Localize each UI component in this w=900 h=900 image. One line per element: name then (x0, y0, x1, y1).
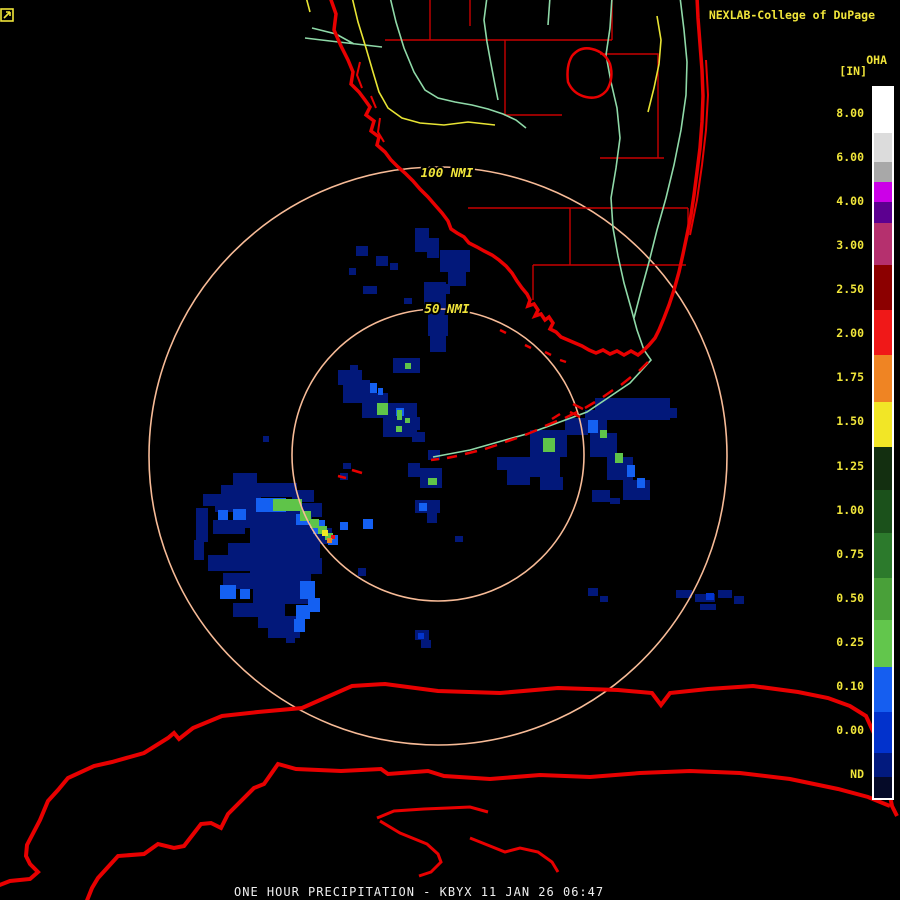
range-ring-label-50nmi: 50 NMI (424, 301, 470, 316)
scale-segment (874, 223, 892, 265)
scale-segment (874, 265, 892, 310)
page-title: NEXLAB-College of DuPage (708, 8, 875, 22)
scale-segment (874, 402, 892, 447)
scale-label: 3.00 (836, 238, 864, 252)
scale-label: 2.50 (836, 282, 864, 296)
scale-segment (874, 355, 892, 402)
scale-segment (874, 667, 892, 712)
scale-segment (874, 162, 892, 182)
scale-segment (874, 620, 892, 667)
range-ring-label-100nmi: 100 NMI (421, 165, 474, 180)
scale-segment (874, 490, 892, 533)
scale-segment (874, 310, 892, 355)
county-lines (385, 0, 689, 300)
scale-label: ND (850, 767, 864, 781)
scale-label: 8.00 (836, 106, 864, 120)
scale-label: 1.50 (836, 414, 864, 428)
scale-label: 1.00 (836, 503, 864, 517)
highways-green (304, 0, 688, 458)
nexlab-logo-icon (0, 8, 14, 22)
scale-segment (874, 753, 892, 777)
scale-segment (874, 777, 892, 798)
scale-label: 0.00 (836, 723, 864, 737)
scale-label: 0.25 (836, 635, 864, 649)
scale-segment (874, 133, 892, 162)
scale-label: 6.00 (836, 150, 864, 164)
legend-units: [IN] (839, 64, 867, 78)
base-map-layer: 100 NMI 50 NMI (0, 0, 899, 900)
product-status-line: ONE HOUR PRECIPITATION - KBYX 11 JAN 26 … (234, 885, 605, 899)
scale-segment (874, 712, 892, 753)
scale-label: 0.10 (836, 679, 864, 693)
precip-color-scale (872, 86, 894, 800)
scale-segment (874, 88, 892, 133)
florida-coastline (329, 0, 710, 358)
scale-segment (874, 578, 892, 620)
scale-label: 4.00 (836, 194, 864, 208)
scale-label: 2.00 (836, 326, 864, 340)
scale-label: 0.50 (836, 591, 864, 605)
scale-label: 1.75 (836, 370, 864, 384)
product-abbreviation: OHA (866, 53, 887, 67)
scale-label: 0.75 (836, 547, 864, 561)
radar-display: 100 NMI 50 NMI NEXLAB-College of DuPage … (0, 0, 900, 900)
scale-segment (874, 202, 892, 223)
lake-okeechobee (566, 47, 613, 99)
scale-segment (874, 447, 892, 490)
cuba-coastline (0, 681, 899, 900)
scale-segment (874, 182, 892, 202)
scale-label: 1.25 (836, 459, 864, 473)
scale-segment (874, 533, 892, 578)
